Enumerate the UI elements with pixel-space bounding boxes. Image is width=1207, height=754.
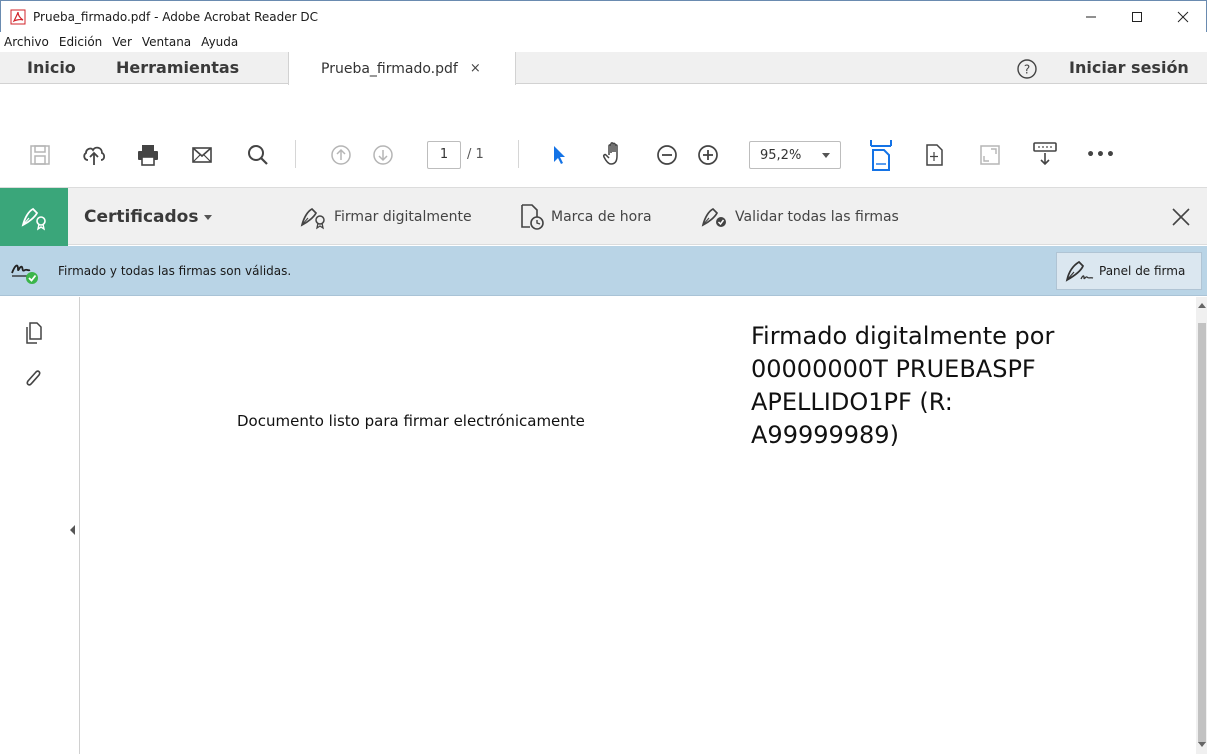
menu-edicion[interactable]: Edición xyxy=(54,35,107,49)
toolbar-divider xyxy=(518,140,519,168)
validate-all-button[interactable]: Validar todas las firmas xyxy=(699,188,899,246)
validate-all-label: Validar todas las firmas xyxy=(735,209,899,225)
menu-ventana[interactable]: Ventana xyxy=(137,35,196,49)
toolbar-divider xyxy=(295,140,296,168)
timestamp-label: Marca de hora xyxy=(551,209,652,225)
signature-pen-icon xyxy=(1063,257,1097,285)
sign-in-button[interactable]: Iniciar sesión xyxy=(1069,52,1189,84)
zoom-select[interactable]: 95,2% xyxy=(749,141,841,169)
maximize-icon[interactable] xyxy=(1114,1,1160,32)
fit-width-icon[interactable] xyxy=(867,137,895,173)
caret-down-icon xyxy=(204,214,213,220)
more-icon[interactable]: ••• xyxy=(1086,141,1116,169)
certificates-menu-label: Certificados xyxy=(84,207,199,227)
timestamp-button[interactable]: Marca de hora xyxy=(519,188,652,246)
menu-bar: Archivo Edición Ver Ventana Ayuda xyxy=(0,32,1207,52)
menu-ayuda[interactable]: Ayuda xyxy=(196,35,243,49)
close-tool-icon[interactable] xyxy=(1170,206,1192,228)
pen-certificate-icon xyxy=(298,204,328,230)
fullscreen-icon[interactable] xyxy=(976,141,1004,169)
collapse-pane-icon[interactable] xyxy=(70,525,75,535)
signature-panel-label: Panel de firma xyxy=(1099,264,1186,278)
tab-close-icon[interactable]: × xyxy=(470,61,481,76)
prev-page-icon[interactable] xyxy=(327,141,355,169)
svg-text:?: ? xyxy=(1024,63,1030,77)
signature-line: Firmado digitalmente por xyxy=(751,322,1055,350)
acrobat-icon xyxy=(9,8,27,26)
certificates-bar: Certificados Firmar digitalmente Marca d… xyxy=(0,187,1207,246)
zoom-value: 95,2% xyxy=(760,147,802,163)
reading-mode-icon[interactable] xyxy=(1031,139,1059,169)
document-body-text: Documento listo para firmar electrónicam… xyxy=(237,412,585,430)
menu-archivo[interactable]: Archivo xyxy=(0,35,54,49)
help-icon[interactable]: ? xyxy=(1016,58,1038,80)
select-arrow-icon[interactable] xyxy=(545,141,573,169)
document-clock-icon xyxy=(519,203,545,231)
sign-digitally-button[interactable]: Firmar digitalmente xyxy=(298,188,472,246)
upload-cloud-icon[interactable] xyxy=(80,141,108,169)
page-number-input[interactable]: 1 xyxy=(427,141,461,169)
zoom-in-icon[interactable] xyxy=(694,141,722,169)
page-view-icon[interactable] xyxy=(920,141,948,169)
hand-icon[interactable] xyxy=(599,139,629,169)
close-icon[interactable] xyxy=(1160,1,1206,32)
signature-valid-icon xyxy=(10,259,40,285)
print-icon[interactable] xyxy=(134,141,162,169)
pen-check-icon xyxy=(699,204,729,230)
vertical-scrollbar[interactable] xyxy=(1196,297,1207,754)
tab-document[interactable]: Prueba_firmado.pdf × xyxy=(288,52,516,85)
window-title: Prueba_firmado.pdf - Adobe Acrobat Reade… xyxy=(33,9,318,24)
email-icon[interactable] xyxy=(188,141,216,169)
zoom-out-icon[interactable] xyxy=(653,141,681,169)
page-thumbnails-icon[interactable] xyxy=(22,321,46,345)
signature-line: A99999989) xyxy=(751,421,899,449)
page-total: / 1 xyxy=(467,147,484,162)
signature-line: 00000000T PRUEBASPF xyxy=(751,355,1036,383)
attachments-icon[interactable] xyxy=(22,367,46,391)
signature-panel-button[interactable]: Panel de firma xyxy=(1056,252,1202,290)
tab-home[interactable]: Inicio xyxy=(27,52,76,84)
scrollbar-thumb[interactable] xyxy=(1198,323,1206,743)
chevron-down-icon xyxy=(822,153,830,158)
signature-status-bar: Firmado y todas las firmas son válidas. … xyxy=(0,246,1207,296)
search-icon[interactable] xyxy=(244,141,272,169)
scroll-down-icon[interactable] xyxy=(1198,742,1206,747)
certificates-tool-icon xyxy=(0,188,68,246)
signature-status-text: Firmado y todas las firmas son válidas. xyxy=(58,264,292,278)
tab-document-label: Prueba_firmado.pdf xyxy=(321,60,458,77)
scroll-up-icon[interactable] xyxy=(1198,303,1206,308)
save-icon[interactable] xyxy=(26,141,54,169)
sign-digitally-label: Firmar digitalmente xyxy=(334,209,472,225)
tab-bar: Inicio Herramientas Prueba_firmado.pdf ×… xyxy=(0,52,1207,85)
tab-tools[interactable]: Herramientas xyxy=(116,52,239,84)
title-bar: Prueba_firmado.pdf - Adobe Acrobat Reade… xyxy=(0,0,1207,32)
certificates-menu[interactable]: Certificados xyxy=(84,188,213,246)
digital-signature-block[interactable]: Firmado digitalmente por 00000000T PRUEB… xyxy=(751,320,1171,452)
next-page-icon[interactable] xyxy=(369,141,397,169)
navigation-pane xyxy=(0,297,80,754)
signature-line: APELLIDO1PF (R: xyxy=(751,388,953,416)
minimize-icon[interactable] xyxy=(1068,1,1114,32)
menu-ver[interactable]: Ver xyxy=(107,35,137,49)
